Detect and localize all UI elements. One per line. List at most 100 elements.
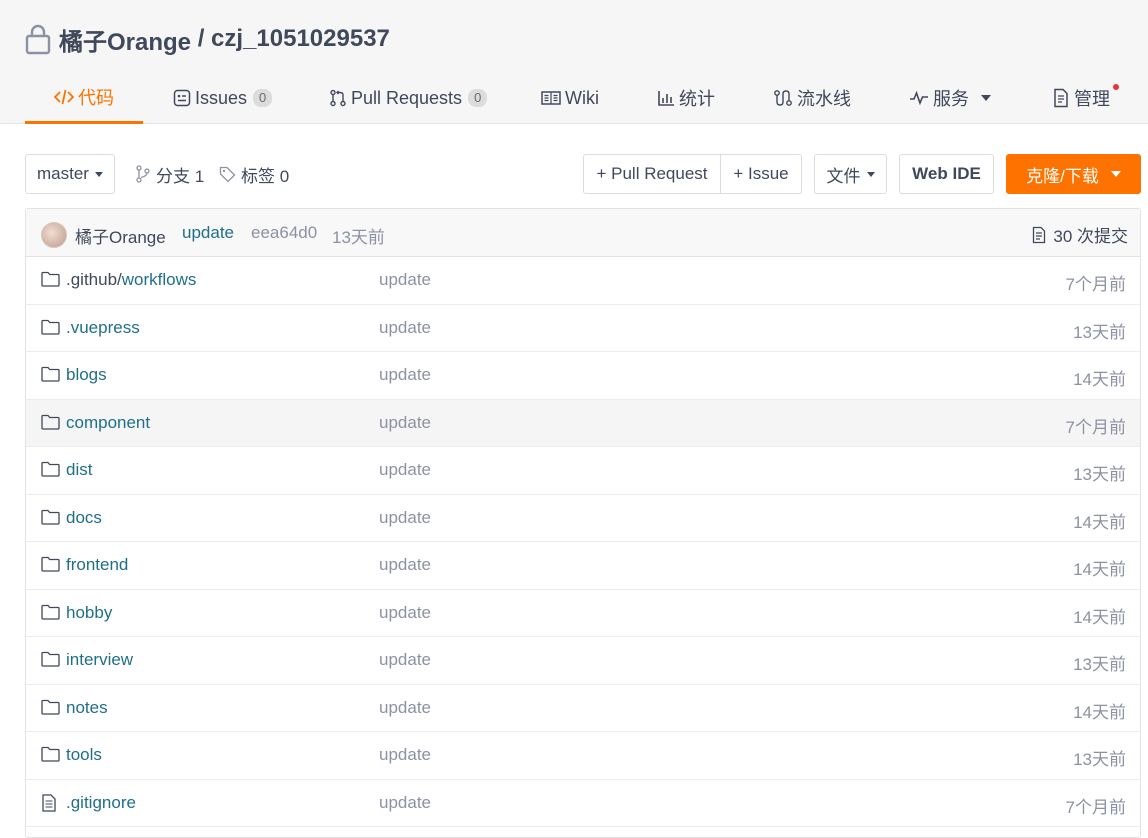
- file-menu-button[interactable]: 文件: [814, 154, 887, 194]
- pipeline-icon: [774, 90, 792, 106]
- file-name: tools: [66, 745, 102, 764]
- tab-label: 管理: [1074, 89, 1110, 109]
- tab-code[interactable]: 代码: [25, 72, 143, 124]
- repo-owner-link[interactable]: 橘子Orange: [59, 22, 191, 57]
- new-issue-button[interactable]: + Issue: [720, 154, 802, 194]
- clone-download-button[interactable]: 克隆/下载: [1006, 154, 1141, 194]
- file-menu-label: 文件: [826, 166, 861, 186]
- file-row[interactable]: component update 7个月前: [26, 399, 1140, 447]
- wiki-icon: [541, 91, 561, 105]
- folder-icon: [41, 699, 60, 720]
- file-name-link[interactable]: dist: [66, 460, 92, 480]
- file-commit-time: 14天前: [1073, 560, 1126, 579]
- web-ide-button[interactable]: Web IDE: [899, 154, 994, 194]
- repo-separator: /: [191, 25, 212, 52]
- issues-count-badge: 0: [253, 89, 273, 107]
- repo-title: 橘子Orange / czj_1051029537: [25, 22, 390, 56]
- file-name-link[interactable]: tools: [66, 745, 102, 765]
- folder-icon: [41, 461, 60, 482]
- file-row[interactable]: dist update 13天前: [26, 447, 1140, 495]
- notification-dot: [1113, 84, 1119, 90]
- tab-label: 代码: [78, 87, 114, 108]
- lock-icon: [25, 24, 51, 55]
- file-commit-message[interactable]: update: [379, 460, 431, 480]
- branches-link[interactable]: 分支 1: [135, 154, 204, 194]
- branch-select[interactable]: master: [25, 154, 115, 194]
- tab-pipeline[interactable]: 流水线: [773, 72, 851, 124]
- file-name-link[interactable]: notes: [66, 698, 108, 718]
- commits-icon: [1033, 226, 1046, 243]
- commit-author-link[interactable]: 橘子Orange: [75, 223, 166, 248]
- file-row[interactable]: tools update 13天前: [26, 732, 1140, 780]
- folder-icon: [41, 271, 60, 292]
- file-commit-time: 7个月前: [1065, 797, 1126, 817]
- repo-toolbar: master 分支 1 标签 0 + Pull Request + Issue …: [25, 154, 1141, 194]
- file-commit-message[interactable]: update: [379, 318, 431, 338]
- branch-select-label: master: [37, 164, 89, 183]
- tab-wiki[interactable]: Wiki: [541, 72, 599, 124]
- file-commit-message[interactable]: update: [379, 793, 431, 813]
- tab-pull-requests[interactable]: Pull Requests 0: [329, 72, 488, 124]
- tab-stats[interactable]: 统计: [657, 72, 715, 124]
- file-name-link[interactable]: blogs: [66, 365, 107, 385]
- file-row[interactable]: .github/workflows update 7个月前: [26, 257, 1140, 305]
- file-name: component: [66, 412, 151, 432]
- file-name-link[interactable]: .vuepress: [66, 318, 140, 338]
- file-name-link[interactable]: hobby: [66, 603, 112, 623]
- file-commit-message[interactable]: update: [379, 603, 431, 623]
- file-commit-message[interactable]: update: [379, 698, 431, 718]
- file-name-link[interactable]: .gitignore: [66, 793, 136, 813]
- file-row[interactable]: blogs update 14天前: [26, 352, 1140, 400]
- file-icon: [41, 793, 57, 817]
- file-commit-message[interactable]: update: [379, 365, 431, 385]
- new-pull-request-button[interactable]: + Pull Request: [583, 154, 721, 194]
- folder-icon: [41, 651, 60, 672]
- tab-label: Wiki: [565, 87, 599, 108]
- file-row[interactable]: notes update 14天前: [26, 685, 1140, 732]
- file-commit-message[interactable]: update: [379, 555, 431, 575]
- file-name: notes: [66, 697, 108, 717]
- folder-icon: [41, 319, 60, 340]
- tab-label: 服务: [933, 89, 969, 109]
- file-commit-message[interactable]: update: [379, 270, 431, 290]
- file-commit-message[interactable]: update: [379, 508, 431, 528]
- service-icon: [910, 90, 928, 106]
- pull-request-icon: [330, 89, 346, 107]
- file-row[interactable]: interview update 13天前: [26, 637, 1140, 685]
- avatar[interactable]: [41, 222, 67, 248]
- file-row[interactable]: docs update 14天前: [26, 495, 1140, 542]
- file-name-link[interactable]: docs: [66, 508, 102, 528]
- file-name: docs: [66, 507, 102, 527]
- file-row[interactable]: hobby update 14天前: [26, 590, 1140, 637]
- new-issue-label: + Issue: [733, 164, 789, 183]
- commit-message-link[interactable]: update: [182, 223, 234, 243]
- chevron-down-icon: [1110, 171, 1121, 177]
- file-name: frontend: [66, 555, 129, 574]
- file-commit-message[interactable]: update: [379, 745, 431, 765]
- file-row[interactable]: frontend update 14天前: [26, 542, 1140, 590]
- file-commit-message[interactable]: update: [379, 413, 431, 433]
- clone-download-label: 克隆/下载: [1026, 166, 1099, 186]
- file-name-link[interactable]: component: [66, 413, 150, 433]
- file-row[interactable]: .gitignore update 7个月前: [26, 780, 1140, 827]
- file-name-link[interactable]: interview: [66, 650, 133, 670]
- tab-label: Pull Requests: [351, 87, 463, 108]
- repo-name-link[interactable]: czj_1051029537: [211, 25, 390, 53]
- tags-link[interactable]: 标签 0: [219, 154, 289, 194]
- file-name: dist: [66, 460, 93, 479]
- file-name-link[interactable]: frontend: [66, 555, 128, 575]
- file-commit-time: 14天前: [1073, 512, 1126, 532]
- file-commit-message[interactable]: update: [379, 650, 431, 670]
- tab-issues[interactable]: Issues 0: [173, 72, 273, 124]
- file-name-link[interactable]: .github/workflows: [66, 270, 196, 290]
- commit-count-link[interactable]: 30 次提交: [1031, 222, 1128, 247]
- file-commit-time: 14天前: [1073, 370, 1126, 389]
- commit-sha-link[interactable]: eea64d0: [251, 223, 317, 243]
- folder-icon: [41, 509, 60, 530]
- file-name: .vuepress: [66, 317, 140, 337]
- folder-icon: [41, 746, 60, 767]
- tab-service[interactable]: 服务: [909, 72, 991, 124]
- file-row[interactable]: .vuepress update 13天前: [26, 305, 1140, 352]
- tab-manage[interactable]: 管理: [1052, 72, 1119, 124]
- branches-label: 分支 1: [156, 166, 205, 186]
